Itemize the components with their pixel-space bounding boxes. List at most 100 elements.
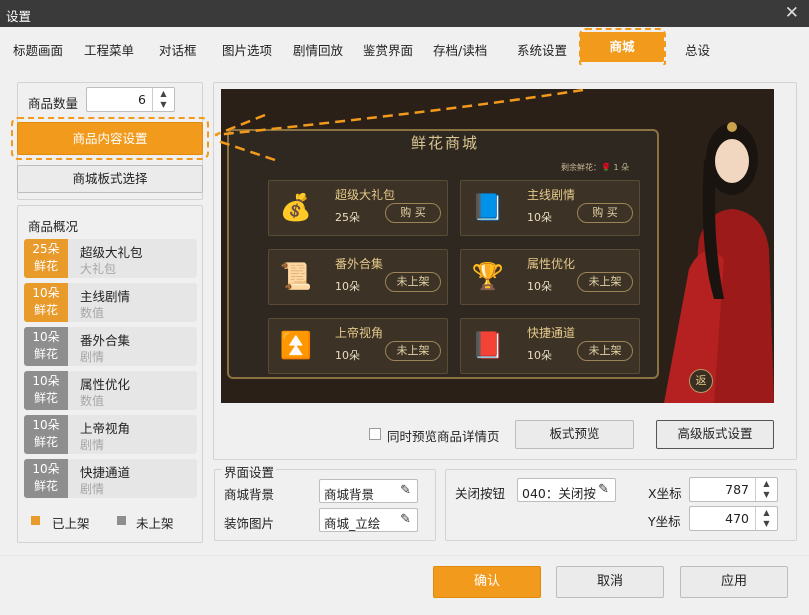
item-count-label: 商品数量 bbox=[28, 96, 79, 111]
stepper-arrows-icon[interactable]: ▲ ▼ bbox=[755, 478, 777, 501]
overview-title: 商品概况 bbox=[28, 219, 79, 234]
edit-pencil-icon[interactable]: ✎ bbox=[400, 512, 411, 527]
shop-card: 📘 主线剧情 10朵 购 买 bbox=[460, 180, 640, 236]
edit-pencil-icon[interactable]: ✎ bbox=[598, 482, 609, 497]
title-bar: 设置 ✕ bbox=[0, 0, 809, 27]
card-price: 25朵 bbox=[335, 211, 360, 224]
price-badge: 10朵 鲜花 bbox=[24, 283, 68, 322]
shop-bg-field[interactable]: 商城背景 ✎ bbox=[319, 479, 418, 503]
card-status-button: 未上架 bbox=[385, 272, 441, 292]
shop-card: ⏫ 上帝视角 10朵 未上架 bbox=[268, 318, 448, 374]
content-settings-button[interactable]: 商品内容设置 bbox=[17, 122, 203, 155]
off-shelf-legend-icon bbox=[117, 516, 126, 525]
shop-bg-label: 商城背景 bbox=[224, 487, 275, 502]
card-name: 主线剧情 bbox=[527, 188, 576, 202]
price-badge: 10朵 鲜花 bbox=[24, 415, 68, 454]
tab-shop[interactable]: 商城 bbox=[580, 32, 664, 62]
list-item[interactable]: 10朵 鲜花 属性优化 数值 bbox=[24, 371, 197, 410]
list-item[interactable]: 25朵 鲜花 超级大礼包 大礼包 bbox=[24, 239, 197, 278]
apply-button[interactable]: 应用 bbox=[680, 566, 788, 598]
close-button-field[interactable]: 040：关闭按 ✎ bbox=[517, 478, 616, 502]
layout-select-button[interactable]: 商城板式选择 bbox=[17, 165, 203, 193]
item-name: 番外合集 bbox=[80, 333, 131, 348]
item-name: 上帝视角 bbox=[80, 421, 131, 436]
tab-title-screen[interactable]: 标题画面 bbox=[13, 40, 63, 59]
item-category: 大礼包 bbox=[80, 262, 117, 276]
y-coord-label: Y坐标 bbox=[648, 514, 681, 529]
item-category: 剧情 bbox=[80, 482, 105, 496]
close-icon[interactable]: ✕ bbox=[785, 3, 799, 23]
card-status-button: 未上架 bbox=[385, 341, 441, 361]
tab-system-settings[interactable]: 系统设置 bbox=[517, 40, 567, 59]
tab-image-options[interactable]: 图片选项 bbox=[222, 40, 272, 59]
shop-card: 📜 番外合集 10朵 未上架 bbox=[268, 249, 448, 305]
price-badge: 10朵 鲜花 bbox=[24, 371, 68, 410]
tab-general[interactable]: 总设 bbox=[685, 40, 710, 59]
shop-card: 🏆 属性优化 10朵 未上架 bbox=[460, 249, 640, 305]
red-book-icon: 📕 bbox=[471, 331, 505, 361]
item-name: 快捷通道 bbox=[80, 465, 131, 480]
tab-save-load[interactable]: 存档/读档 bbox=[433, 40, 487, 59]
tab-dialog[interactable]: 对话框 bbox=[159, 40, 197, 59]
card-name: 超级大礼包 bbox=[335, 188, 396, 202]
price-badge: 10朵 鲜花 bbox=[24, 459, 68, 498]
sync-preview-checkbox[interactable] bbox=[369, 428, 381, 440]
tab-project-menu[interactable]: 工程菜单 bbox=[84, 40, 134, 59]
list-item[interactable]: 10朵 鲜花 上帝视角 剧情 bbox=[24, 415, 197, 454]
confirm-button[interactable]: 确认 bbox=[433, 566, 541, 598]
buddha-icon: 🏆 bbox=[471, 262, 505, 292]
cancel-button[interactable]: 取消 bbox=[556, 566, 664, 598]
close-button-label: 关闭按钮 bbox=[455, 486, 506, 501]
card-price: 10朵 bbox=[527, 280, 552, 293]
item-count-value: 6 bbox=[138, 92, 146, 107]
price-badge: 10朵 鲜花 bbox=[24, 327, 68, 366]
y-coord-stepper[interactable]: 470 ▲ ▼ bbox=[689, 506, 778, 531]
y-coord-value: 470 bbox=[725, 511, 749, 526]
item-category: 数值 bbox=[80, 394, 105, 408]
card-price: 10朵 bbox=[335, 349, 360, 362]
card-buy-button: 购 买 bbox=[385, 203, 441, 223]
item-category: 数值 bbox=[80, 306, 105, 320]
card-price: 10朵 bbox=[527, 211, 552, 224]
on-shelf-legend-icon bbox=[31, 516, 40, 525]
item-category: 剧情 bbox=[80, 438, 105, 452]
list-item[interactable]: 10朵 鲜花 主线剧情 数值 bbox=[24, 283, 197, 322]
item-count-stepper[interactable]: 6 ▲ ▼ bbox=[86, 87, 175, 112]
deco-image-value: 商城_立绘 bbox=[324, 516, 381, 531]
tab-replay[interactable]: 剧情回放 bbox=[293, 40, 343, 59]
advanced-layout-button[interactable]: 高级版式设置 bbox=[656, 420, 774, 449]
card-price: 10朵 bbox=[527, 349, 552, 362]
x-coord-stepper[interactable]: 787 ▲ ▼ bbox=[689, 477, 778, 502]
off-shelf-legend-label: 未上架 bbox=[136, 516, 174, 531]
sync-preview-label: 同时预览商品详情页 bbox=[387, 429, 500, 444]
interface-settings-title: 界面设置 bbox=[222, 462, 277, 481]
list-item[interactable]: 10朵 鲜花 快捷通道 剧情 bbox=[24, 459, 197, 498]
card-name: 属性优化 bbox=[527, 257, 576, 271]
tab-bar: 标题画面 工程菜单 对话框 图片选项 剧情回放 鉴赏界面 存档/读档 系统设置 … bbox=[0, 27, 809, 65]
shop-card: 💰 超级大礼包 25朵 购 买 bbox=[268, 180, 448, 236]
item-name: 主线剧情 bbox=[80, 289, 131, 304]
card-name: 快捷通道 bbox=[527, 326, 576, 340]
edit-pencil-icon[interactable]: ✎ bbox=[400, 483, 411, 498]
layout-preview-button[interactable]: 板式预览 bbox=[515, 420, 634, 449]
item-category: 剧情 bbox=[80, 350, 105, 364]
card-buy-button: 购 买 bbox=[577, 203, 633, 223]
window-title: 设置 bbox=[6, 9, 32, 24]
arrow-up-icon: ⏫ bbox=[279, 331, 313, 361]
gift-bag-icon: 💰 bbox=[279, 193, 313, 223]
on-shelf-legend-label: 已上架 bbox=[52, 516, 90, 531]
book-icon: 📘 bbox=[471, 193, 505, 223]
tab-gallery[interactable]: 鉴赏界面 bbox=[363, 40, 413, 59]
character-portrait bbox=[664, 122, 774, 403]
scroll-icon: 📜 bbox=[279, 262, 313, 292]
list-item[interactable]: 10朵 鲜花 番外合集 剧情 bbox=[24, 327, 197, 366]
shop-card: 📕 快捷通道 10朵 未上架 bbox=[460, 318, 640, 374]
deco-image-field[interactable]: 商城_立绘 ✎ bbox=[319, 508, 418, 532]
stepper-arrows-icon[interactable]: ▲ ▼ bbox=[755, 507, 777, 530]
price-badge: 25朵 鲜花 bbox=[24, 239, 68, 278]
item-name: 超级大礼包 bbox=[80, 245, 143, 260]
annotation-arrows bbox=[214, 88, 584, 162]
stepper-arrows-icon[interactable]: ▲ ▼ bbox=[152, 88, 174, 111]
x-coord-label: X坐标 bbox=[648, 486, 682, 501]
card-status-button: 未上架 bbox=[577, 272, 633, 292]
